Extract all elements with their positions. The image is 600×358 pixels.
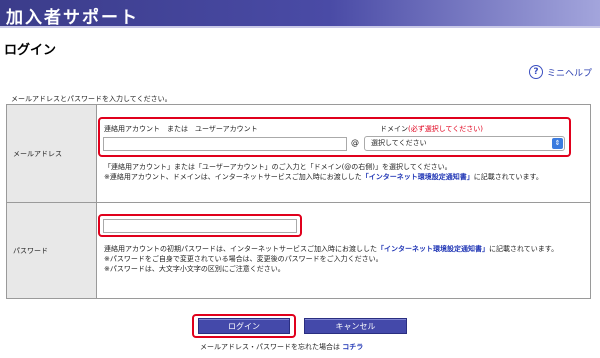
email-note: 「連絡用アカウント」または「ユーザーアカウント」のご入力と「ドメイン(@の右側)… xyxy=(104,162,584,182)
forgot-credentials: メールアドレス・パスワードを忘れた場合は コチラ xyxy=(200,342,363,352)
cancel-button[interactable]: キャンセル xyxy=(304,318,407,334)
password-note-line1: 連絡用アカウントの初期パスワードは、インターネットサービスご加入時にお渡しした「… xyxy=(104,244,584,254)
header-title: 加入者サポート xyxy=(6,8,139,28)
email-note-line1: 「連絡用アカウント」または「ユーザーアカウント」のご入力と「ドメイン(@の右側)… xyxy=(104,163,452,171)
forgot-link[interactable]: コチラ xyxy=(342,343,363,351)
mini-help-link[interactable]: ? ミニヘルプ xyxy=(528,65,592,79)
email-note-text: ※連絡用アカウント、ドメインは、インターネットサービスご加入時にお渡しした xyxy=(104,173,362,181)
intro-text: メールアドレスとパスワードを入力してください。 xyxy=(11,95,172,103)
notice-doc-link[interactable]: 「インターネット環境設定通知書」 xyxy=(362,173,474,181)
email-highlight-frame xyxy=(98,117,571,157)
forgot-text: メールアドレス・パスワードを忘れた場合は xyxy=(200,343,340,351)
email-row-label: メールアドレス xyxy=(6,104,97,203)
password-highlight-frame xyxy=(98,214,302,237)
email-note-line2: ※連絡用アカウント、ドメインは、インターネットサービスご加入時にお渡しした「イン… xyxy=(104,172,584,182)
mini-help-label: ミニヘルプ xyxy=(546,68,592,79)
page-title: ログイン xyxy=(4,43,57,58)
question-circle-icon: ? xyxy=(528,65,543,79)
login-button[interactable]: ログイン xyxy=(198,318,290,334)
password-note-line3: ※パスワードは、大文字小文字の区別にご注意ください。 xyxy=(104,265,285,273)
password-row-label: パスワード xyxy=(6,202,97,299)
password-note-text: 連絡用アカウントの初期パスワードは、インターネットサービスご加入時にお渡しした xyxy=(104,245,377,253)
password-note: 連絡用アカウントの初期パスワードは、インターネットサービスご加入時にお渡しした「… xyxy=(104,244,584,274)
password-note-tail: に記載されています。 xyxy=(489,245,559,253)
email-note-tail: に記載されています。 xyxy=(473,173,543,181)
password-notice-doc-link[interactable]: 「インターネット環境設定通知書」 xyxy=(377,245,489,253)
password-note-line2: ※パスワードをご自身で変更されている場合は、変更後のパスワードをご入力ください。 xyxy=(104,255,383,263)
header-bar: 加入者サポート xyxy=(0,0,600,28)
